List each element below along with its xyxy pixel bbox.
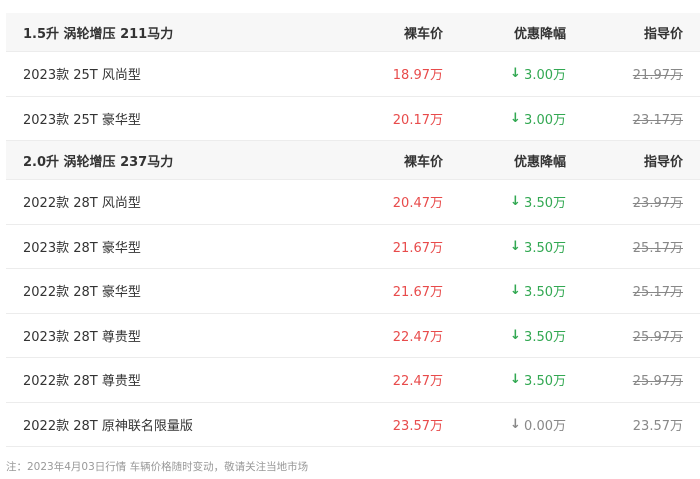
bare-car-price: 20.47万	[392, 196, 443, 212]
engine-group-header: 1.5升 涡轮增压 211马力 裸车价 优惠降幅 指导价	[6, 13, 700, 52]
discount-value: 3.50万	[524, 240, 566, 256]
bare-car-price: 23.57万	[392, 418, 443, 434]
discount-value: 3.00万	[524, 112, 566, 128]
model-row[interactable]: 2023款 28T 豪华型 21.67万 ↓ 3.50万 25.17万	[6, 225, 700, 269]
guide-price: 25.17万	[632, 240, 683, 256]
bare-car-price: 21.67万	[392, 240, 443, 256]
model-row[interactable]: 2022款 28T 原神联名限量版 23.57万 ↓ 0.00万 23.57万	[6, 403, 700, 447]
discount-amount-cell: ↓ 0.00万	[510, 403, 566, 447]
discount-value: 3.00万	[524, 68, 566, 84]
discount-value: 3.50万	[524, 329, 566, 345]
model-row[interactable]: 2023款 28T 尊贵型 22.47万 ↓ 3.50万 25.97万	[6, 314, 700, 358]
arrow-down-icon: ↓	[510, 372, 521, 388]
column-header-price: 裸车价	[403, 154, 443, 170]
model-name[interactable]: 2022款 28T 豪华型	[23, 269, 141, 313]
discount-amount-cell: ↓ 3.00万	[510, 97, 566, 141]
model-name[interactable]: 2022款 28T 风尚型	[23, 180, 141, 224]
guide-price: 21.97万	[632, 68, 683, 84]
discount-amount-cell: ↓ 3.50万	[510, 180, 566, 224]
arrow-down-icon: ↓	[510, 238, 521, 254]
column-header-discount: 优惠降幅	[513, 26, 566, 42]
guide-price: 23.17万	[632, 112, 683, 128]
discount-value: 3.50万	[524, 196, 566, 212]
discount-value: 3.50万	[524, 285, 566, 301]
bare-car-price: 18.97万	[392, 68, 443, 84]
column-header-guide-price: 指导价	[643, 154, 683, 170]
bare-car-price: 20.17万	[392, 112, 443, 128]
guide-price: 23.97万	[632, 196, 683, 212]
discount-amount-cell: ↓ 3.00万	[510, 52, 566, 96]
arrow-down-icon: ↓	[510, 194, 521, 210]
column-header-guide-price: 指导价	[643, 26, 683, 42]
column-header-price: 裸车价	[403, 26, 443, 42]
model-name[interactable]: 2023款 28T 尊贵型	[23, 314, 141, 358]
guide-price: 25.97万	[632, 374, 683, 390]
discount-amount-cell: ↓ 3.50万	[510, 269, 566, 313]
bare-car-price: 21.67万	[392, 285, 443, 301]
discount-value: 3.50万	[524, 374, 566, 390]
arrow-down-icon: ↓	[510, 416, 521, 432]
model-name[interactable]: 2023款 25T 豪华型	[23, 97, 141, 141]
engine-spec-label: 1.5升 涡轮增压 211马力	[23, 26, 174, 42]
model-row[interactable]: 2022款 28T 风尚型 20.47万 ↓ 3.50万 23.97万	[6, 180, 700, 225]
engine-group-header: 2.0升 涡轮增压 237马力 裸车价 优惠降幅 指导价	[6, 141, 700, 180]
arrow-down-icon: ↓	[510, 283, 521, 299]
model-name[interactable]: 2022款 28T 原神联名限量版	[23, 403, 193, 447]
model-row[interactable]: 2022款 28T 尊贵型 22.47万 ↓ 3.50万 25.97万	[6, 358, 700, 403]
guide-price: 25.17万	[632, 285, 683, 301]
market-note: 注：2023年4月03日行情 车辆价格随时变动，敬请关注当地市场	[6, 461, 309, 473]
guide-price: 25.97万	[632, 329, 683, 345]
arrow-down-icon: ↓	[510, 327, 521, 343]
model-name[interactable]: 2022款 28T 尊贵型	[23, 358, 141, 402]
model-row[interactable]: 2023款 25T 风尚型 18.97万 ↓ 3.00万 21.97万	[6, 52, 700, 97]
bare-car-price: 22.47万	[392, 374, 443, 390]
model-row[interactable]: 2023款 25T 豪华型 20.17万 ↓ 3.00万 23.17万	[6, 97, 700, 141]
bare-car-price: 22.47万	[392, 329, 443, 345]
discount-value: 0.00万	[524, 418, 566, 434]
guide-price: 23.57万	[632, 418, 683, 434]
discount-amount-cell: ↓ 3.50万	[510, 358, 566, 402]
discount-amount-cell: ↓ 3.50万	[510, 314, 566, 358]
model-name[interactable]: 2023款 28T 豪华型	[23, 225, 141, 269]
price-table: 1.5升 涡轮增压 211马力 裸车价 优惠降幅 指导价 2023款 25T 风…	[6, 13, 700, 447]
engine-spec-label: 2.0升 涡轮增压 237马力	[23, 154, 174, 170]
arrow-down-icon: ↓	[510, 66, 521, 82]
arrow-down-icon: ↓	[510, 110, 521, 126]
model-row[interactable]: 2022款 28T 豪华型 21.67万 ↓ 3.50万 25.17万	[6, 269, 700, 314]
column-header-discount: 优惠降幅	[513, 154, 566, 170]
model-name[interactable]: 2023款 25T 风尚型	[23, 52, 141, 96]
discount-amount-cell: ↓ 3.50万	[510, 225, 566, 269]
